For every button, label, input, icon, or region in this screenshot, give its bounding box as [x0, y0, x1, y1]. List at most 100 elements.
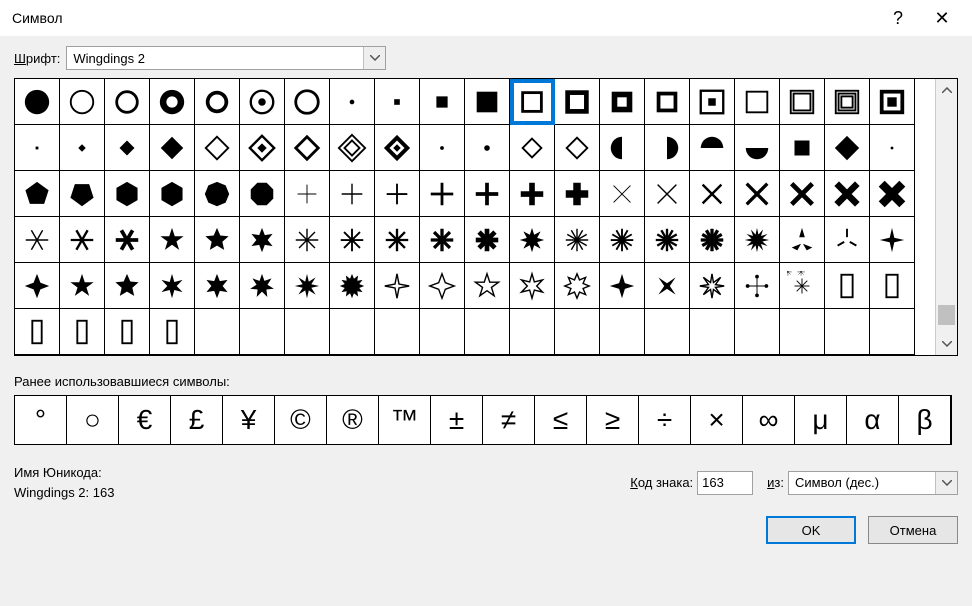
- symbol-cell[interactable]: [780, 125, 825, 171]
- symbol-cell[interactable]: [735, 217, 780, 263]
- symbol-cell[interactable]: [60, 171, 105, 217]
- symbol-cell[interactable]: [15, 309, 60, 355]
- symbol-cell[interactable]: [870, 217, 915, 263]
- symbol-cell[interactable]: [510, 125, 555, 171]
- symbol-cell[interactable]: [825, 217, 870, 263]
- symbol-cell[interactable]: [825, 125, 870, 171]
- symbol-cell[interactable]: [735, 263, 780, 309]
- recent-symbol-cell[interactable]: ±: [431, 396, 483, 444]
- symbol-cell[interactable]: [15, 171, 60, 217]
- symbol-cell[interactable]: [285, 263, 330, 309]
- recent-symbol-cell[interactable]: β: [899, 396, 951, 444]
- symbol-cell[interactable]: [375, 125, 420, 171]
- symbol-cell[interactable]: [240, 79, 285, 125]
- symbol-cell[interactable]: [690, 309, 735, 355]
- symbol-cell[interactable]: [420, 125, 465, 171]
- symbol-cell[interactable]: [330, 309, 375, 355]
- symbol-cell[interactable]: [330, 125, 375, 171]
- symbol-cell[interactable]: [555, 263, 600, 309]
- symbol-cell[interactable]: th="30" height="30">th="30" height="30">…: [780, 263, 825, 309]
- symbol-cell[interactable]: [600, 309, 645, 355]
- symbol-cell[interactable]: [60, 125, 105, 171]
- symbol-cell[interactable]: [465, 125, 510, 171]
- symbol-cell[interactable]: [240, 309, 285, 355]
- code-input[interactable]: [697, 471, 753, 495]
- symbol-cell[interactable]: [15, 125, 60, 171]
- symbol-cell[interactable]: [240, 125, 285, 171]
- symbol-cell[interactable]: [150, 125, 195, 171]
- symbol-cell[interactable]: [870, 309, 915, 355]
- symbol-cell[interactable]: [330, 263, 375, 309]
- symbol-cell[interactable]: [375, 263, 420, 309]
- symbol-cell[interactable]: [60, 309, 105, 355]
- symbol-cell[interactable]: [690, 263, 735, 309]
- symbol-cell[interactable]: [645, 171, 690, 217]
- symbol-cell[interactable]: [690, 171, 735, 217]
- recent-symbol-cell[interactable]: ®: [327, 396, 379, 444]
- symbol-cell[interactable]: [60, 263, 105, 309]
- symbol-cell[interactable]: [285, 309, 330, 355]
- recent-symbol-cell[interactable]: °: [15, 396, 67, 444]
- symbol-cell[interactable]: [465, 263, 510, 309]
- symbol-cell[interactable]: [150, 171, 195, 217]
- symbol-cell[interactable]: [105, 79, 150, 125]
- symbol-cell[interactable]: [690, 125, 735, 171]
- scrollbar[interactable]: [935, 79, 957, 355]
- symbol-cell[interactable]: [780, 79, 825, 125]
- symbol-cell[interactable]: [825, 171, 870, 217]
- symbol-cell[interactable]: [870, 79, 915, 125]
- recent-symbol-cell[interactable]: ≤: [535, 396, 587, 444]
- symbol-cell[interactable]: [240, 171, 285, 217]
- symbol-cell[interactable]: [420, 171, 465, 217]
- recent-symbol-cell[interactable]: ×: [691, 396, 743, 444]
- symbol-cell[interactable]: [555, 79, 600, 125]
- symbol-cell[interactable]: [735, 309, 780, 355]
- symbol-cell[interactable]: [105, 263, 150, 309]
- symbol-cell[interactable]: [510, 171, 555, 217]
- symbol-cell[interactable]: [870, 171, 915, 217]
- recent-symbol-cell[interactable]: α: [847, 396, 899, 444]
- symbol-cell[interactable]: [825, 79, 870, 125]
- symbol-cell[interactable]: [645, 263, 690, 309]
- symbol-cell[interactable]: [870, 125, 915, 171]
- symbol-cell[interactable]: [555, 309, 600, 355]
- symbol-cell[interactable]: [375, 79, 420, 125]
- symbol-cell[interactable]: [285, 79, 330, 125]
- font-combo[interactable]: Wingdings 2: [66, 46, 386, 70]
- symbol-cell[interactable]: [780, 309, 825, 355]
- symbol-cell[interactable]: [330, 217, 375, 263]
- symbol-cell[interactable]: [555, 171, 600, 217]
- symbol-cell[interactable]: [465, 171, 510, 217]
- symbol-cell[interactable]: [555, 217, 600, 263]
- symbol-cell[interactable]: [510, 263, 555, 309]
- symbol-cell[interactable]: [150, 217, 195, 263]
- symbol-cell[interactable]: [690, 217, 735, 263]
- recent-symbol-cell[interactable]: ≠: [483, 396, 535, 444]
- recent-symbol-cell[interactable]: ○: [67, 396, 119, 444]
- symbol-cell[interactable]: [105, 125, 150, 171]
- chevron-down-icon[interactable]: [363, 47, 385, 69]
- symbol-cell[interactable]: [780, 217, 825, 263]
- symbol-cell[interactable]: [60, 79, 105, 125]
- recent-symbol-cell[interactable]: ¥: [223, 396, 275, 444]
- symbol-cell[interactable]: [105, 217, 150, 263]
- scroll-down-icon[interactable]: [936, 333, 957, 355]
- symbol-cell[interactable]: [825, 309, 870, 355]
- symbol-cell[interactable]: [105, 309, 150, 355]
- recent-symbol-cell[interactable]: ∞: [743, 396, 795, 444]
- recent-symbol-cell[interactable]: ≥: [587, 396, 639, 444]
- symbol-cell[interactable]: [195, 79, 240, 125]
- symbol-cell[interactable]: [510, 217, 555, 263]
- symbol-cell[interactable]: [375, 309, 420, 355]
- recent-symbol-cell[interactable]: €: [119, 396, 171, 444]
- symbol-cell[interactable]: [240, 263, 285, 309]
- symbol-cell[interactable]: [465, 79, 510, 125]
- symbol-cell[interactable]: [645, 79, 690, 125]
- symbol-cell[interactable]: [60, 217, 105, 263]
- symbol-cell[interactable]: [645, 125, 690, 171]
- recent-symbol-cell[interactable]: ©: [275, 396, 327, 444]
- symbol-cell[interactable]: [240, 217, 285, 263]
- symbol-cell[interactable]: [600, 79, 645, 125]
- scroll-thumb[interactable]: [938, 305, 955, 325]
- symbol-cell[interactable]: [600, 171, 645, 217]
